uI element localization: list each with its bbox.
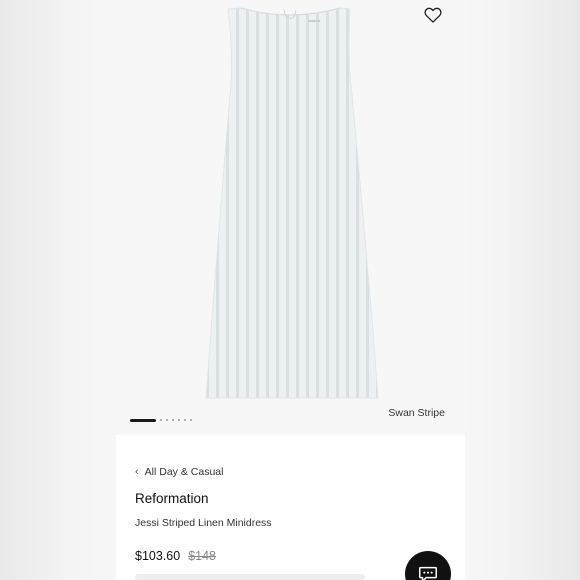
pagination-dot-active[interactable]	[130, 418, 156, 422]
pagination-dot[interactable]	[172, 419, 174, 421]
product-panel: Swan Stripe ‹ All Day & Casual Reformati…	[116, 0, 465, 580]
pagination-dot[interactable]	[160, 419, 162, 421]
product-info: ‹ All Day & Casual Reformation Jessi Str…	[116, 435, 465, 580]
product-image	[205, 7, 379, 399]
background-right	[465, 0, 580, 580]
price-row: $103.60 $148	[135, 549, 216, 563]
action-bar-edge	[135, 574, 365, 580]
gallery-pagination[interactable]	[130, 418, 192, 422]
breadcrumb[interactable]: ‹ All Day & Casual	[135, 466, 223, 478]
pagination-dot[interactable]	[166, 419, 168, 421]
chat-bubble-icon	[419, 566, 437, 580]
pagination-dot[interactable]	[178, 419, 180, 421]
chat-button[interactable]	[405, 551, 451, 580]
product-image-gallery[interactable]: Swan Stripe	[116, 0, 465, 435]
sale-price: $103.60	[135, 549, 181, 563]
product-name: Jessi Striped Linen Minidress	[135, 517, 272, 529]
chevron-left-icon: ‹	[135, 465, 139, 478]
breadcrumb-label: All Day & Casual	[144, 466, 224, 478]
favorite-heart-icon[interactable]	[423, 5, 443, 25]
background-left	[0, 0, 116, 580]
pagination-dot[interactable]	[184, 419, 186, 421]
pagination-dot[interactable]	[190, 419, 192, 421]
original-price: $148	[188, 549, 216, 563]
color-name-label: Swan Stripe	[388, 407, 445, 419]
brand-name[interactable]: Reformation	[135, 491, 209, 506]
